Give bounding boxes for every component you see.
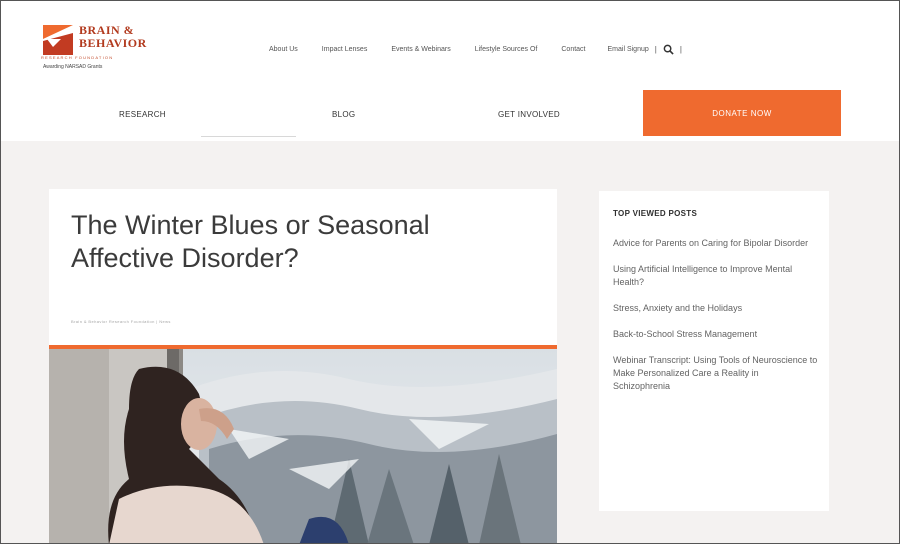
top-post-link[interactable]: Back-to-School Stress Management	[613, 328, 818, 341]
main-nav: RESEARCH BLOG GET INVOLVED DONATE NOW	[1, 88, 899, 137]
logo-text-line3: RESEARCH FOUNDATION	[41, 55, 114, 60]
hero-photo	[49, 349, 557, 543]
article-title: The Winter Blues or Seasonal Affective D…	[71, 210, 430, 273]
utility-link-contact[interactable]: Contact	[561, 46, 585, 53]
search-icon[interactable]	[663, 44, 674, 55]
top-posts-list: Advice for Parents on Caring for Bipolar…	[613, 237, 818, 406]
utility-separator-end: |	[679, 45, 682, 54]
top-post-link[interactable]: Using Artificial Intelligence to Improve…	[613, 263, 818, 289]
logo-mark-icon	[43, 25, 73, 55]
article-meta: Brain & Behavior Research Foundation | N…	[71, 319, 171, 324]
nav-divider	[201, 136, 296, 137]
browser-frame: BRAIN & BEHAVIOR RESEARCH FOUNDATION Awa…	[0, 0, 900, 544]
site-logo[interactable]: BRAIN & BEHAVIOR RESEARCH FOUNDATION Awa…	[41, 23, 191, 75]
top-post-link[interactable]: Advice for Parents on Caring for Bipolar…	[613, 237, 818, 250]
logo-text-line2: BEHAVIOR	[79, 36, 147, 50]
utility-nav: About Us Impact Lenses Events & Webinars…	[269, 44, 688, 55]
utility-link-events[interactable]: Events & Webinars	[391, 46, 450, 53]
top-post-link[interactable]: Webinar Transcript: Using Tools of Neuro…	[613, 354, 818, 393]
logo-tagline: Awarding NARSAD Grants	[43, 64, 103, 70]
utility-separator: |	[654, 45, 657, 54]
utility-link-impact[interactable]: Impact Lenses	[322, 46, 368, 53]
sidebar-heading: TOP VIEWED POSTS	[613, 209, 698, 218]
utility-link-email-signup[interactable]: Email Signup	[608, 46, 649, 53]
nav-item-get-involved[interactable]: GET INVOLVED	[498, 110, 560, 119]
article-hero-image	[49, 349, 557, 543]
utility-link-lifestyle[interactable]: Lifestyle Sources Of	[475, 46, 538, 53]
nav-item-blog[interactable]: BLOG	[332, 110, 355, 119]
top-post-link[interactable]: Stress, Anxiety and the Holidays	[613, 302, 818, 315]
nav-item-research[interactable]: RESEARCH	[119, 110, 166, 119]
donate-button[interactable]: DONATE NOW	[643, 90, 841, 136]
utility-link-about[interactable]: About Us	[269, 46, 298, 53]
